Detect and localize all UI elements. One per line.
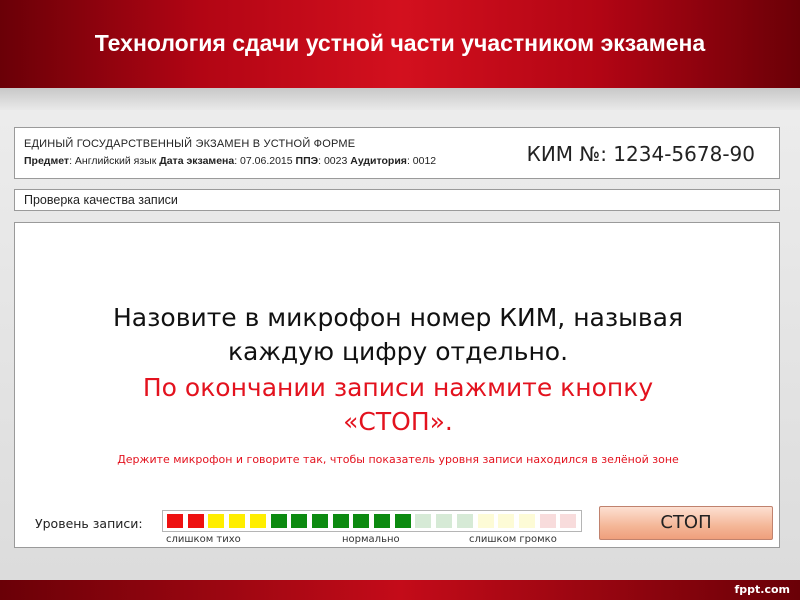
meter-segment [229, 514, 246, 528]
meter-segment [415, 514, 432, 528]
date-label: Дата экзамена [159, 155, 235, 167]
title-banner: Технология сдачи устной части участником… [0, 0, 800, 88]
stop-instruction-line-1: По окончании записи нажмите кнопку [142, 373, 654, 402]
meter-segment [311, 514, 328, 528]
instruction-text: Назовите в микрофон номер КИМ, называя к… [15, 301, 781, 369]
meter-segment [332, 514, 349, 528]
meter-segment [291, 514, 308, 528]
exam-meta: Предмет: Английский язык Дата экзамена: … [24, 155, 436, 167]
meter-segment [498, 514, 515, 528]
instruction-line-2: каждую цифру отдельно. [227, 337, 569, 366]
main-panel: Назовите в микрофон номер КИМ, называя к… [14, 222, 780, 548]
date-value: : 07.06.2015 [234, 155, 296, 167]
meter-segment [208, 514, 225, 528]
ppe-value: : 0023 [318, 155, 351, 167]
meter-segment [167, 514, 183, 528]
subject-label: Предмет [24, 155, 70, 167]
exam-title: ЕДИНЫЙ ГОСУДАРСТВЕННЫЙ ЭКЗАМЕН В УСТНОЙ … [24, 138, 356, 150]
separator-strip [0, 88, 800, 110]
footer-bar: fppt.com [0, 580, 800, 600]
meter-segment [518, 514, 535, 528]
meter-segment [436, 514, 453, 528]
meter-segment [374, 514, 390, 528]
too-loud-label: слишком громко [469, 534, 557, 545]
ppe-label: ППЭ [295, 155, 319, 167]
stop-button[interactable]: СТОП [599, 506, 773, 540]
meter-segment [353, 514, 370, 528]
exam-header: ЕДИНЫЙ ГОСУДАРСТВЕННЫЙ ЭКЗАМЕН В УСТНОЙ … [14, 127, 780, 179]
brand-label: fppt.com [734, 583, 790, 596]
meter-segment [270, 514, 287, 528]
too-quiet-label: слишком тихо [166, 534, 241, 545]
recording-level-meter [162, 510, 582, 532]
meter-segment [394, 514, 411, 528]
meter-segment [539, 514, 556, 528]
meter-segment [560, 514, 577, 528]
meter-segment [249, 514, 266, 528]
meter-segment [187, 514, 204, 528]
subject-value: : Английский язык [69, 155, 160, 167]
quality-check-label: Проверка качества записи [24, 193, 178, 207]
room-value: : 0012 [406, 155, 437, 167]
instruction-line-1: Назовите в микрофон номер КИМ, называя [113, 303, 683, 332]
stop-instruction-text: По окончании записи нажмите кнопку «СТОП… [15, 371, 781, 439]
slide-title: Технология сдачи устной части участником… [94, 30, 706, 56]
recording-level-label: Уровень записи: [35, 516, 143, 531]
stop-instruction-line-2: «СТОП». [343, 407, 453, 436]
meter-segment [477, 514, 494, 528]
normal-label: нормально [342, 534, 400, 545]
microphone-hint: Держите микрофон и говорите так, чтобы п… [117, 453, 679, 466]
meter-segment [456, 514, 473, 528]
kim-number: КИМ №: 1234-5678-90 [526, 142, 755, 166]
room-label: Аудитория [350, 155, 407, 167]
quality-check-bar: Проверка качества записи [14, 189, 780, 211]
